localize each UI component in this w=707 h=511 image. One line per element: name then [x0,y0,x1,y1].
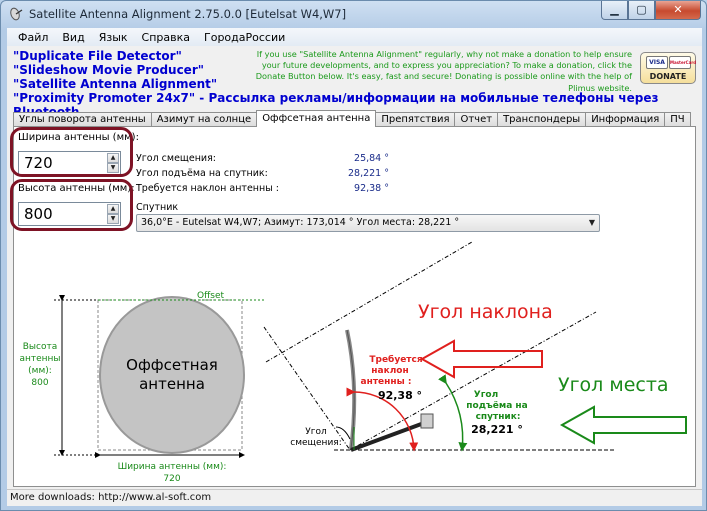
tab-offset-antenna[interactable]: Оффсетная антенна [256,110,377,127]
status-text[interactable]: More downloads: http://www.al-soft.com [10,492,211,503]
offset-angle-2: смещения: [290,438,341,448]
elev-text-2: подъёма на [466,401,527,411]
elevation-arc [438,374,468,452]
tilt-req-1: Требуется [369,354,422,365]
tab-obstacles[interactable]: Препятствия [375,112,456,127]
menu-view[interactable]: Вид [55,31,91,44]
height-dim-1: Высота [23,342,58,352]
menu-cities[interactable]: ГородаРоссии [197,31,292,44]
tab-report[interactable]: Отчет [454,112,499,127]
menu-language[interactable]: Язык [92,31,135,44]
tilt-val: 92,38 ° [378,389,422,402]
elev-val: 28,221 ° [471,423,523,436]
elev-text-3: спутник: [476,412,521,422]
tab-strip: Углы поворота антенны Азимут на солнце О… [13,110,691,127]
width-dim-2: 720 [163,474,180,484]
minimize-button[interactable]: ▁ [601,1,628,20]
offset-antenna-diagram: Оффсетная антенна Offset Высота антенны … [19,241,687,484]
dish-label-line1: Оффсетная [126,356,218,374]
app-window: Satellite Antenna Alignment 2.75.0.0 [Eu… [0,0,707,511]
donate-text: If you use "Satellite Antenna Alignment"… [255,49,632,93]
satellite-dish-icon [10,7,23,21]
menu-bar: Файл Вид Язык Справка ГородаРоссии [7,28,702,46]
tab-information[interactable]: Информация [585,112,666,127]
mastercard-icon: MasterCard [669,56,696,69]
elev-text-1: Угол [474,390,498,400]
status-bar: More downloads: http://www.al-soft.com [7,489,702,506]
offset-tag: Offset [197,291,225,301]
menu-file[interactable]: Файл [11,31,55,44]
tab-rotation-angles[interactable]: Углы поворота антенны [13,112,152,127]
annot-elev: Угол места [558,374,669,396]
offset-antenna-panel: Ширина антенны (мм): 720 ▲ ▼ Высота анте… [10,126,696,487]
annot-tilt: Угол наклона [418,301,553,323]
menu-help[interactable]: Справка [135,31,197,44]
close-button[interactable]: ✕ [655,1,701,20]
tab-if[interactable]: ПЧ [664,112,691,127]
window-title: Satellite Antenna Alignment 2.75.0.0 [Eu… [29,7,347,21]
height-dim-4: 800 [31,378,48,388]
visa-card-icon: VISA [646,56,668,69]
window-controls: ▁ ▢ ✕ [601,1,701,21]
client-area: "Duplicate File Detector" "Slideshow Mov… [7,46,702,489]
elevation-arrow-icon [559,405,687,445]
tilt-req-3: антенны : [361,377,412,387]
tilt-arrow-icon [419,339,543,379]
donate-button[interactable]: VISA MasterCard DONATE [640,52,696,84]
tilt-req-2: наклон [371,366,408,376]
lnb-icon [420,413,434,429]
tab-transponders[interactable]: Транспондеры [497,112,587,127]
offset-angle-1: Угол [305,427,326,437]
dish-label-line2: антенна [139,375,205,393]
height-dim-3: (мм): [28,366,52,376]
height-dim-2: антенны [19,354,60,364]
width-dim-1: Ширина антенны (мм): [118,462,227,472]
tab-sun-azimuth[interactable]: Азимут на солнце [150,112,258,127]
donate-label: DONATE [649,72,687,81]
title-bar[interactable]: Satellite Antenna Alignment 2.75.0.0 [Eu… [1,1,706,27]
maximize-button[interactable]: ▢ [628,1,655,20]
